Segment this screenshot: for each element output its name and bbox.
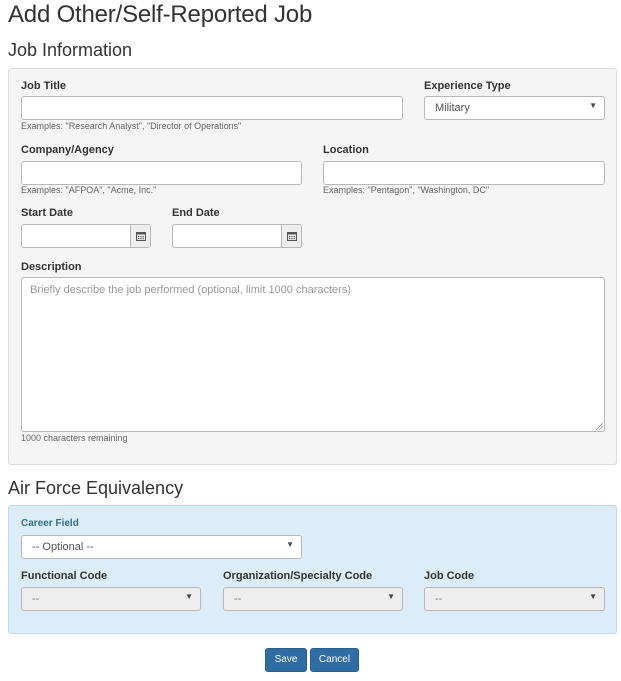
experience-type-label: Experience Type [424, 80, 511, 92]
org-specialty-code-select[interactable]: -- ▼ [223, 587, 403, 611]
job-code-label: Job Code [424, 570, 475, 582]
job-title-label: Job Title [21, 80, 67, 92]
functional-code-value: -- [32, 593, 40, 605]
job-title-help: Examples: "Research Analyst", "Director … [21, 121, 242, 131]
page-title: Add Other/Self-Reported Job [8, 1, 313, 28]
org-specialty-code-label: Organization/Specialty Code [223, 570, 373, 582]
calendar-icon [135, 232, 146, 241]
location-label: Location [323, 144, 369, 156]
career-field-label: Career Field [21, 518, 79, 529]
description-remaining: 1000 characters remaining [21, 433, 128, 443]
location-input[interactable] [323, 161, 605, 185]
resize-grip-icon[interactable] [595, 422, 603, 430]
company-input[interactable] [21, 161, 302, 185]
caret-down-icon: ▼ [286, 540, 294, 549]
description-label: Description [21, 261, 82, 273]
location-help: Examples: "Pentagon", "Washington, DC" [323, 185, 490, 195]
calendar-icon [286, 232, 297, 241]
description-textarea[interactable]: Briefly describe the job performed (opti… [21, 277, 605, 432]
career-field-value: -- Optional -- [32, 541, 94, 553]
caret-down-icon: ▼ [387, 592, 395, 601]
job-code-select[interactable]: -- ▼ [424, 587, 605, 611]
section-title-air-force-equivalency: Air Force Equivalency [8, 478, 184, 498]
description-placeholder: Briefly describe the job performed (opti… [30, 284, 351, 296]
experience-type-value: Military [435, 102, 470, 114]
job-code-value: -- [435, 593, 443, 605]
company-help: Examples: "AFPOA", "Acme, Inc." [21, 185, 157, 195]
caret-down-icon: ▼ [185, 592, 193, 601]
company-label: Company/Agency [21, 144, 114, 156]
functional-code-select[interactable]: -- ▼ [21, 587, 201, 611]
end-date-input[interactable] [172, 224, 302, 248]
start-date-input[interactable] [21, 224, 151, 248]
cancel-button[interactable]: Cancel [310, 648, 359, 672]
start-date-calendar-button[interactable] [130, 225, 150, 247]
start-date-label: Start Date [21, 207, 73, 219]
experience-type-select[interactable]: Military ▼ [424, 96, 605, 120]
career-field-select[interactable]: -- Optional -- ▼ [21, 535, 302, 559]
org-specialty-code-value: -- [234, 593, 242, 605]
end-date-calendar-button[interactable] [281, 225, 301, 247]
caret-down-icon: ▼ [589, 592, 597, 601]
functional-code-label: Functional Code [21, 570, 108, 582]
save-button[interactable]: Save [265, 648, 307, 672]
end-date-label: End Date [172, 207, 220, 219]
job-title-input[interactable] [21, 96, 403, 120]
section-title-job-information: Job Information [8, 40, 133, 60]
caret-down-icon: ▼ [589, 101, 597, 110]
